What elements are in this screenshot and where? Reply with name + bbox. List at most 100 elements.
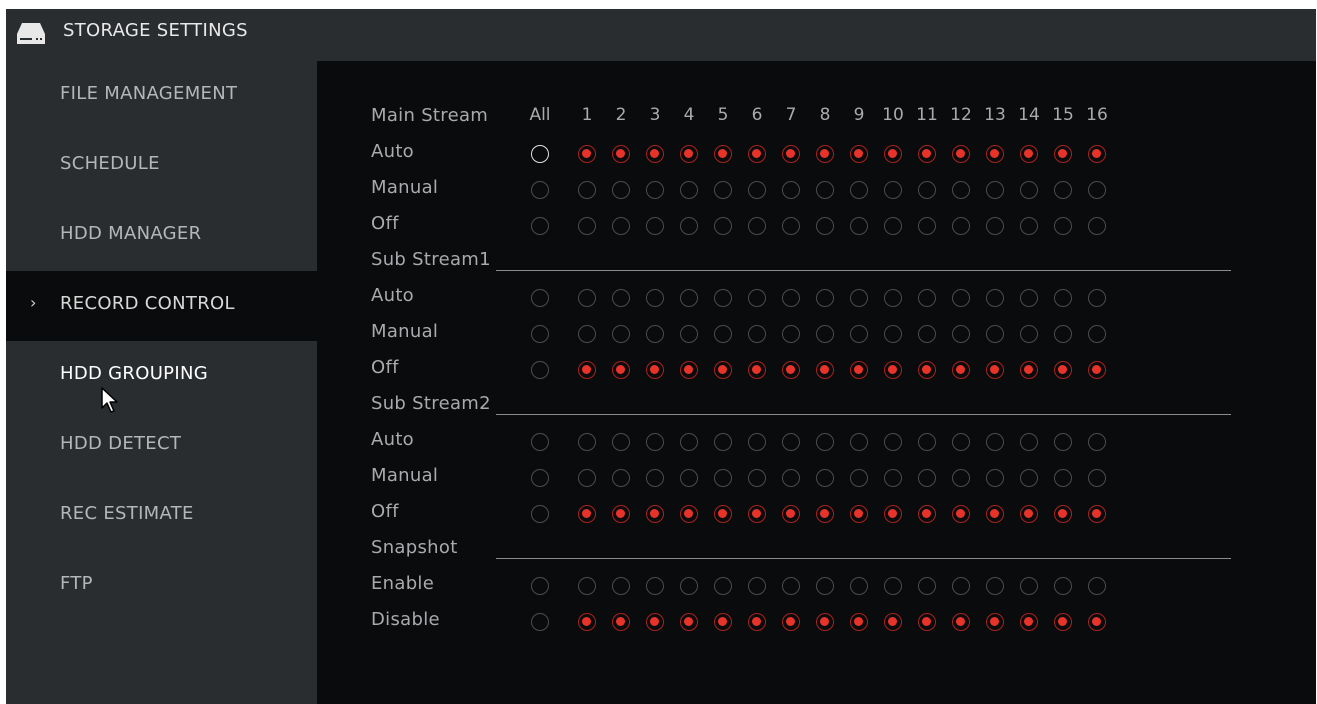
sub-stream1-off-channel-radio[interactable] — [680, 361, 698, 379]
main-stream-manual-channel-radio[interactable] — [1088, 181, 1106, 199]
snapshot-disable-all-radio[interactable] — [531, 613, 549, 631]
sidebar-item-schedule[interactable]: SCHEDULE — [6, 131, 317, 201]
sub-stream2-auto-channel-radio[interactable] — [850, 433, 868, 451]
sub-stream2-manual-channel-radio[interactable] — [1054, 469, 1072, 487]
main-stream-off-channel-radio[interactable] — [850, 217, 868, 235]
sub-stream2-off-channel-radio[interactable] — [952, 505, 970, 523]
sub-stream1-off-channel-radio[interactable] — [1020, 361, 1038, 379]
snapshot-enable-channel-radio[interactable] — [782, 577, 800, 595]
sub-stream2-manual-channel-radio[interactable] — [748, 469, 766, 487]
sub-stream1-off-channel-radio[interactable] — [952, 361, 970, 379]
main-stream-off-channel-radio[interactable] — [1088, 217, 1106, 235]
main-stream-off-channel-radio[interactable] — [952, 217, 970, 235]
sub-stream1-off-channel-radio[interactable] — [646, 361, 664, 379]
sub-stream1-manual-channel-radio[interactable] — [918, 325, 936, 343]
sub-stream1-manual-channel-radio[interactable] — [816, 325, 834, 343]
sub-stream1-off-channel-radio[interactable] — [714, 361, 732, 379]
sub-stream2-auto-channel-radio[interactable] — [918, 433, 936, 451]
main-stream-auto-channel-radio[interactable] — [646, 145, 664, 163]
main-stream-off-channel-radio[interactable] — [1020, 217, 1038, 235]
sub-stream1-manual-channel-radio[interactable] — [986, 325, 1004, 343]
sub-stream2-off-channel-radio[interactable] — [1020, 505, 1038, 523]
sub-stream2-manual-all-radio[interactable] — [531, 469, 549, 487]
sub-stream1-off-channel-radio[interactable] — [850, 361, 868, 379]
main-stream-auto-channel-radio[interactable] — [816, 145, 834, 163]
sub-stream2-off-channel-radio[interactable] — [816, 505, 834, 523]
snapshot-disable-channel-radio[interactable] — [612, 613, 630, 631]
sub-stream1-auto-all-radio[interactable] — [531, 289, 549, 307]
main-stream-off-channel-radio[interactable] — [782, 217, 800, 235]
sub-stream1-off-channel-radio[interactable] — [1054, 361, 1072, 379]
sidebar-item-ftp[interactable]: FTP — [6, 551, 317, 621]
main-stream-auto-channel-radio[interactable] — [612, 145, 630, 163]
snapshot-enable-all-radio[interactable] — [531, 577, 549, 595]
main-stream-off-channel-radio[interactable] — [986, 217, 1004, 235]
snapshot-disable-channel-radio[interactable] — [1054, 613, 1072, 631]
main-stream-auto-channel-radio[interactable] — [782, 145, 800, 163]
sub-stream1-off-channel-radio[interactable] — [884, 361, 902, 379]
sub-stream1-off-channel-radio[interactable] — [748, 361, 766, 379]
sub-stream1-manual-channel-radio[interactable] — [850, 325, 868, 343]
sub-stream2-manual-channel-radio[interactable] — [782, 469, 800, 487]
snapshot-enable-channel-radio[interactable] — [646, 577, 664, 595]
sub-stream1-auto-channel-radio[interactable] — [748, 289, 766, 307]
main-stream-manual-channel-radio[interactable] — [884, 181, 902, 199]
main-stream-manual-channel-radio[interactable] — [1054, 181, 1072, 199]
snapshot-enable-channel-radio[interactable] — [748, 577, 766, 595]
sub-stream1-manual-channel-radio[interactable] — [1088, 325, 1106, 343]
sub-stream1-auto-channel-radio[interactable] — [1020, 289, 1038, 307]
sub-stream2-auto-channel-radio[interactable] — [1088, 433, 1106, 451]
snapshot-disable-channel-radio[interactable] — [918, 613, 936, 631]
sub-stream1-off-channel-radio[interactable] — [1088, 361, 1106, 379]
main-stream-off-channel-radio[interactable] — [714, 217, 732, 235]
sidebar-item-record-control[interactable]: › RECORD CONTROL — [6, 271, 317, 341]
snapshot-disable-channel-radio[interactable] — [952, 613, 970, 631]
sub-stream1-auto-channel-radio[interactable] — [646, 289, 664, 307]
sub-stream1-auto-channel-radio[interactable] — [884, 289, 902, 307]
sub-stream1-manual-channel-radio[interactable] — [748, 325, 766, 343]
sub-stream1-auto-channel-radio[interactable] — [612, 289, 630, 307]
sidebar-item-hdd-grouping[interactable]: HDD GROUPING — [6, 341, 317, 411]
snapshot-disable-channel-radio[interactable] — [1088, 613, 1106, 631]
sub-stream1-off-channel-radio[interactable] — [986, 361, 1004, 379]
main-stream-manual-all-radio[interactable] — [531, 181, 549, 199]
snapshot-disable-channel-radio[interactable] — [680, 613, 698, 631]
main-stream-auto-channel-radio[interactable] — [748, 145, 766, 163]
sub-stream1-manual-channel-radio[interactable] — [680, 325, 698, 343]
snapshot-enable-channel-radio[interactable] — [714, 577, 732, 595]
sub-stream2-auto-channel-radio[interactable] — [578, 433, 596, 451]
snapshot-disable-channel-radio[interactable] — [884, 613, 902, 631]
sub-stream1-auto-channel-radio[interactable] — [952, 289, 970, 307]
snapshot-enable-channel-radio[interactable] — [884, 577, 902, 595]
main-stream-manual-channel-radio[interactable] — [816, 181, 834, 199]
sidebar-item-file-management[interactable]: FILE MANAGEMENT — [6, 61, 317, 131]
sub-stream2-off-channel-radio[interactable] — [782, 505, 800, 523]
sub-stream1-auto-channel-radio[interactable] — [986, 289, 1004, 307]
sub-stream2-auto-channel-radio[interactable] — [680, 433, 698, 451]
main-stream-manual-channel-radio[interactable] — [714, 181, 732, 199]
sub-stream2-manual-channel-radio[interactable] — [714, 469, 732, 487]
snapshot-disable-channel-radio[interactable] — [714, 613, 732, 631]
sub-stream2-auto-channel-radio[interactable] — [986, 433, 1004, 451]
main-stream-auto-channel-radio[interactable] — [952, 145, 970, 163]
sub-stream2-auto-channel-radio[interactable] — [816, 433, 834, 451]
sub-stream1-off-channel-radio[interactable] — [578, 361, 596, 379]
sub-stream1-manual-channel-radio[interactable] — [884, 325, 902, 343]
sub-stream2-manual-channel-radio[interactable] — [646, 469, 664, 487]
sub-stream1-auto-channel-radio[interactable] — [918, 289, 936, 307]
main-stream-off-channel-radio[interactable] — [918, 217, 936, 235]
main-stream-off-channel-radio[interactable] — [1054, 217, 1072, 235]
sub-stream1-auto-channel-radio[interactable] — [1088, 289, 1106, 307]
main-stream-off-channel-radio[interactable] — [680, 217, 698, 235]
snapshot-enable-channel-radio[interactable] — [578, 577, 596, 595]
main-stream-auto-channel-radio[interactable] — [1054, 145, 1072, 163]
sidebar-item-hdd-manager[interactable]: HDD MANAGER — [6, 201, 317, 271]
snapshot-disable-channel-radio[interactable] — [748, 613, 766, 631]
sub-stream1-manual-channel-radio[interactable] — [578, 325, 596, 343]
sub-stream1-auto-channel-radio[interactable] — [680, 289, 698, 307]
sub-stream2-manual-channel-radio[interactable] — [952, 469, 970, 487]
main-stream-auto-channel-radio[interactable] — [680, 145, 698, 163]
main-stream-off-channel-radio[interactable] — [578, 217, 596, 235]
main-stream-auto-channel-radio[interactable] — [850, 145, 868, 163]
sub-stream1-off-channel-radio[interactable] — [612, 361, 630, 379]
